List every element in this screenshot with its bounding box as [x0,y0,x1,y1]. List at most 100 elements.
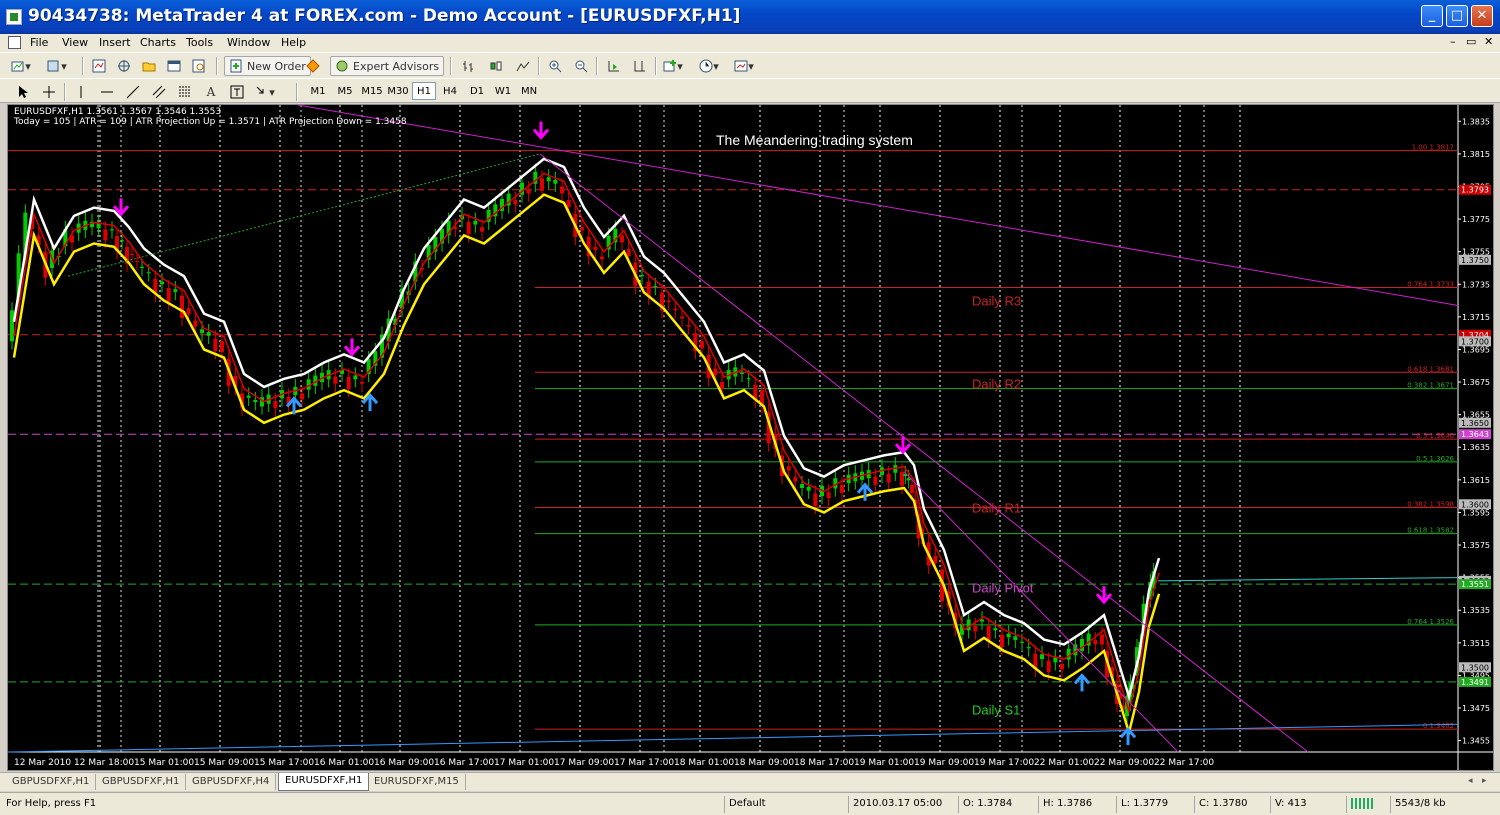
time-tick-label: 22 Mar 17:00 [1154,758,1214,768]
terminal-icon[interactable] [163,56,185,76]
menu-charts[interactable]: Charts [140,36,176,49]
period-d1[interactable]: D1 [465,82,489,100]
zoom-out-icon[interactable] [570,56,592,76]
vertical-line-icon[interactable] [70,82,92,102]
status-profile: Default [724,796,846,813]
status-close: C: 1.3780 [1194,796,1268,813]
menu-bar: File View Insert Charts Tools Window Hel… [0,34,1500,52]
tab-gbpusd-h1[interactable]: GBPUSDFXF,H1 [6,774,97,790]
new-chart-icon[interactable]: ▾ [10,56,32,76]
market-watch-icon[interactable] [88,56,110,76]
candle-body [540,178,544,191]
dotted-trendline [67,153,541,277]
templates-icon[interactable]: ▾ [733,56,755,76]
tab-eurusd-h1[interactable]: EURUSDFXF,H1 [278,773,370,791]
tab-scroll-right-icon[interactable]: ▸ [1482,776,1487,786]
new-order-button[interactable]: New Order [224,56,311,76]
status-datetime: 2010.03.17 05:00 [848,796,956,813]
period-w1[interactable]: W1 [491,82,515,100]
minimize-button[interactable]: _ [1421,5,1443,27]
menu-view[interactable]: View [62,36,88,49]
maximize-button[interactable]: □ [1446,5,1468,27]
tab-gbpusd-h1-2[interactable]: GBPUSDFXF,H1 [96,774,187,790]
period-mn[interactable]: MN [517,82,541,100]
menu-window[interactable]: Window [227,36,270,49]
price-tag-label: 1.3750 [1461,256,1489,265]
candle-body [600,256,604,260]
candle-body [873,476,878,485]
period-m1[interactable]: M1 [306,82,330,100]
bar-chart-icon[interactable] [458,56,480,76]
candle-body [800,484,804,488]
expert-advisors-button[interactable]: Expert Advisors [330,56,445,76]
app-icon[interactable] [6,9,22,25]
period-h1[interactable]: H1 [412,82,436,100]
periods-icon[interactable]: ▾ [698,56,720,76]
candle-body [673,308,678,311]
menu-tools[interactable]: Tools [186,36,213,49]
period-m5[interactable]: M5 [333,82,357,100]
period-h4[interactable]: H4 [438,82,462,100]
pivot-label: Daily S1 [972,703,1020,718]
candle-body [333,376,338,384]
indicators-icon[interactable]: ▾ [662,56,684,76]
candle-body [140,266,144,268]
arrows-icon[interactable]: ▾ [254,82,276,102]
data-window-icon[interactable] [113,56,135,76]
price-chart[interactable]: 12 Mar 2010 12 Mar 18:00 15 Mar 01:00 15 Ma… [8,105,1493,770]
menu-insert[interactable]: Insert [99,36,131,49]
candle-body [666,300,671,303]
fib-level-label: 1.00 1.3817 [1412,144,1454,152]
trendline-icon[interactable] [122,82,144,102]
navigator-icon[interactable] [138,56,160,76]
period-m15[interactable]: M15 [360,82,384,100]
tab-gbpusd-h4[interactable]: GBPUSDFXF,H4 [186,774,277,790]
candle-body [886,473,891,483]
price-tick-label: 1.3575 [1462,541,1490,550]
zoom-in-icon[interactable] [544,56,566,76]
fibonacci-icon[interactable] [174,82,196,102]
text-label-icon[interactable] [226,82,248,102]
sell-arrow-icon [1095,586,1113,605]
tab-eurusd-m15[interactable]: EURUSDFXF,M15 [368,774,466,790]
period-m30[interactable]: M30 [386,82,410,100]
chart-shift-icon[interactable] [629,56,651,76]
crosshair-icon[interactable] [38,82,60,102]
status-volume: V: 413 [1270,796,1344,813]
fib-level-label: 0.764 1.3526 [1407,618,1454,626]
price-tag-label: 1.3700 [1461,337,1489,346]
chart-window-icon[interactable] [8,36,21,49]
candlesticks-icon[interactable] [485,56,507,76]
candle-body [120,240,124,242]
text-icon[interactable]: A [200,82,222,102]
strategy-tester-icon[interactable] [188,56,210,76]
menu-help[interactable]: Help [281,36,306,49]
fib-level-label: 0.5 1.3626 [1416,455,1454,463]
candle-body [653,285,658,287]
tab-scroll-left-icon[interactable]: ◂ [1468,776,1473,786]
profiles-icon[interactable]: ▾ [46,56,68,76]
metaeditor-icon[interactable] [302,56,324,76]
child-minimize-icon[interactable]: – [1450,35,1456,48]
child-restore-icon[interactable]: ▭ [1466,35,1476,48]
fib-level-label: 0.764 1.3733 [1407,281,1454,289]
line-chart-icon[interactable] [512,56,534,76]
status-help: For Help, press F1 [6,798,97,809]
candle-body [910,484,914,493]
cursor-icon[interactable] [12,82,34,102]
close-button[interactable]: ✕ [1471,5,1493,27]
candle-body [900,471,904,486]
fib-level-label: 0.382 1.3598 [1407,501,1454,509]
candle-body [620,235,624,243]
horizontal-line-icon[interactable] [96,82,118,102]
candle-body [826,492,831,499]
chart-area[interactable]: 12 Mar 2010 12 Mar 18:00 15 Mar 01:00 15 Ma… [7,104,1494,771]
menu-file[interactable]: File [30,36,48,49]
equidistant-channel-icon[interactable] [148,82,170,102]
auto-scroll-icon[interactable] [603,56,625,76]
time-tick-label: 19 Mar 01:00 [854,758,914,768]
child-close-icon[interactable]: ✕ [1484,35,1493,48]
window-title: 90434738: MetaTrader 4 at FOREX.com - De… [28,6,741,26]
fib-level-label: 0.5 1.3640 [1416,432,1454,440]
status-high: H: 1.3786 [1038,796,1114,813]
